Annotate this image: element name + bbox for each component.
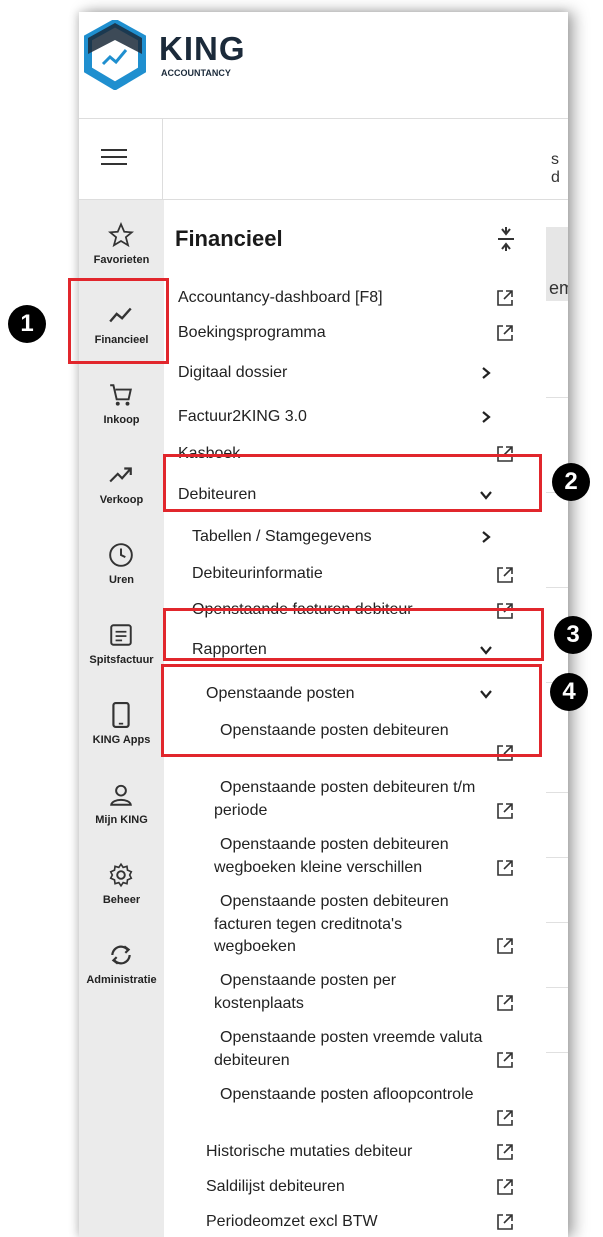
clock-icon bbox=[109, 543, 133, 567]
hamburger-menu-icon[interactable] bbox=[101, 149, 127, 169]
rail-item-inkoop[interactable]: Inkoop bbox=[79, 372, 164, 444]
king-logo bbox=[84, 20, 146, 90]
panel-title: Financieel bbox=[175, 226, 283, 251]
rail-label: Favorieten bbox=[93, 254, 150, 266]
external-link-icon[interactable] bbox=[496, 994, 514, 1012]
annotation-badge-4: 4 bbox=[550, 673, 588, 711]
brand-subtitle: ACCOUNTANCY bbox=[161, 68, 231, 78]
rail-label: Uren bbox=[108, 574, 135, 586]
row-divider bbox=[546, 587, 568, 588]
rail-label: Spitsfactuur bbox=[89, 654, 154, 666]
highlight-openstaande-posten bbox=[161, 664, 542, 757]
row-divider bbox=[546, 397, 568, 398]
menu-item-debiteurinformatie[interactable]: Debiteurinformatie bbox=[192, 562, 323, 585]
rail-item-spitsfactuur[interactable]: Spitsfactuur bbox=[79, 612, 164, 684]
menu-item-op-afloopcontrole[interactable]: Openstaande posten afloopcontrole bbox=[220, 1083, 474, 1106]
main-content-clipped-text: em bbox=[549, 278, 568, 298]
gear-icon bbox=[109, 862, 133, 888]
menu-item-op-creditnotas-line1[interactable]: Openstaande posten debiteuren bbox=[220, 890, 449, 913]
external-link-icon[interactable] bbox=[496, 1109, 514, 1127]
star-icon bbox=[108, 222, 134, 248]
chevron-right-icon bbox=[482, 411, 491, 423]
topbar-divider bbox=[162, 119, 163, 199]
menu-item-op-vreemde-valuta-line2[interactable]: debiteuren bbox=[214, 1049, 290, 1072]
cart-icon bbox=[110, 384, 132, 406]
menu-item-digitaal-dossier[interactable]: Digitaal dossier bbox=[178, 361, 287, 384]
row-divider bbox=[546, 792, 568, 793]
menu-item-op-wegboeken-kleine-line1[interactable]: Openstaande posten debiteuren bbox=[220, 833, 449, 856]
external-link-icon[interactable] bbox=[496, 802, 514, 820]
menu-item-historische-mutaties[interactable]: Historische mutaties debiteur bbox=[206, 1140, 412, 1163]
menu-item-factuur2king[interactable]: Factuur2KING 3.0 bbox=[178, 405, 307, 428]
external-link-icon[interactable] bbox=[496, 859, 514, 877]
collapse-all-icon[interactable] bbox=[496, 226, 516, 252]
menu-item-accountancy-dashboard[interactable]: Accountancy-dashboard [F8] bbox=[178, 286, 383, 309]
external-link-icon[interactable] bbox=[496, 1051, 514, 1069]
menu-item-op-kostenplaats-line1[interactable]: Openstaande posten per bbox=[220, 969, 396, 992]
rail-item-king-apps[interactable]: KING Apps bbox=[79, 692, 164, 764]
menu-item-op-creditnotas-line3[interactable]: wegboeken bbox=[214, 935, 296, 958]
rail-item-verkoop[interactable]: Verkoop bbox=[79, 452, 164, 524]
menu-item-op-debiteuren-tm-periode-line2[interactable]: periode bbox=[214, 799, 267, 822]
chevron-right-icon bbox=[482, 367, 491, 379]
app-header: KING ACCOUNTANCY bbox=[79, 12, 568, 119]
chevron-right-icon bbox=[482, 531, 491, 543]
top-bar: s d bbox=[79, 119, 568, 200]
rail-label: Inkoop bbox=[103, 414, 140, 426]
external-link-icon[interactable] bbox=[496, 1213, 514, 1231]
rail-item-mijn-king[interactable]: Mijn KING bbox=[79, 772, 164, 844]
row-divider bbox=[546, 922, 568, 923]
row-divider bbox=[546, 987, 568, 988]
highlight-debiteuren bbox=[163, 454, 542, 512]
external-link-icon[interactable] bbox=[496, 1178, 514, 1196]
menu-item-op-creditnotas-line2[interactable]: facturen tegen creditnota's bbox=[214, 913, 402, 936]
rail-label: Administratie bbox=[86, 974, 157, 986]
user-icon bbox=[110, 784, 132, 806]
menu-item-boekingsprogramma[interactable]: Boekingsprogramma bbox=[178, 321, 326, 344]
menu-item-tabellen-stamgegevens[interactable]: Tabellen / Stamgegevens bbox=[192, 525, 372, 548]
menu-item-op-kostenplaats-line2[interactable]: kostenplaats bbox=[214, 992, 304, 1015]
menu-item-periodeomzet[interactable]: Periodeomzet excl BTW bbox=[206, 1210, 378, 1233]
brand-name: KING bbox=[159, 30, 246, 67]
menu-item-op-wegboeken-kleine-line2[interactable]: wegboeken kleine verschillen bbox=[214, 856, 422, 879]
trending-up-icon bbox=[109, 467, 132, 483]
document-icon bbox=[110, 624, 132, 646]
row-divider bbox=[546, 857, 568, 858]
annotation-badge-2: 2 bbox=[552, 463, 590, 501]
menu-item-op-vreemde-valuta-line1[interactable]: Openstaande posten vreemde valuta bbox=[220, 1026, 482, 1049]
main-content-edge bbox=[546, 200, 568, 1237]
annotation-badge-3: 3 bbox=[554, 616, 592, 654]
rail-label: KING Apps bbox=[92, 734, 151, 746]
rail-label: Beheer bbox=[102, 894, 141, 906]
rail-item-uren[interactable]: Uren bbox=[79, 532, 164, 604]
rail-item-beheer[interactable]: Beheer bbox=[79, 852, 164, 924]
rail-item-favorieten[interactable]: Favorieten bbox=[79, 212, 164, 284]
menu-item-saldilijst-debiteuren[interactable]: Saldilijst debiteuren bbox=[206, 1175, 345, 1198]
rail-label: Mijn KING bbox=[95, 814, 148, 826]
rail-item-administratie[interactable]: Administratie bbox=[79, 932, 164, 1004]
external-link-icon[interactable] bbox=[496, 566, 514, 584]
topbar-clipped-text: s d bbox=[551, 151, 560, 186]
row-divider bbox=[546, 1052, 568, 1053]
highlight-financieel bbox=[68, 278, 169, 364]
sync-icon bbox=[111, 945, 131, 965]
external-link-icon[interactable] bbox=[496, 324, 514, 342]
menu-item-op-debiteuren-tm-periode-line1[interactable]: Openstaande posten debiteuren t/m bbox=[220, 776, 475, 799]
external-link-icon[interactable] bbox=[496, 289, 514, 307]
phone-icon bbox=[112, 702, 130, 728]
external-link-icon[interactable] bbox=[496, 1143, 514, 1161]
annotation-badge-1: 1 bbox=[8, 305, 46, 343]
highlight-rapporten bbox=[163, 608, 544, 661]
rail-label: Verkoop bbox=[99, 494, 144, 506]
external-link-icon[interactable] bbox=[496, 937, 514, 955]
